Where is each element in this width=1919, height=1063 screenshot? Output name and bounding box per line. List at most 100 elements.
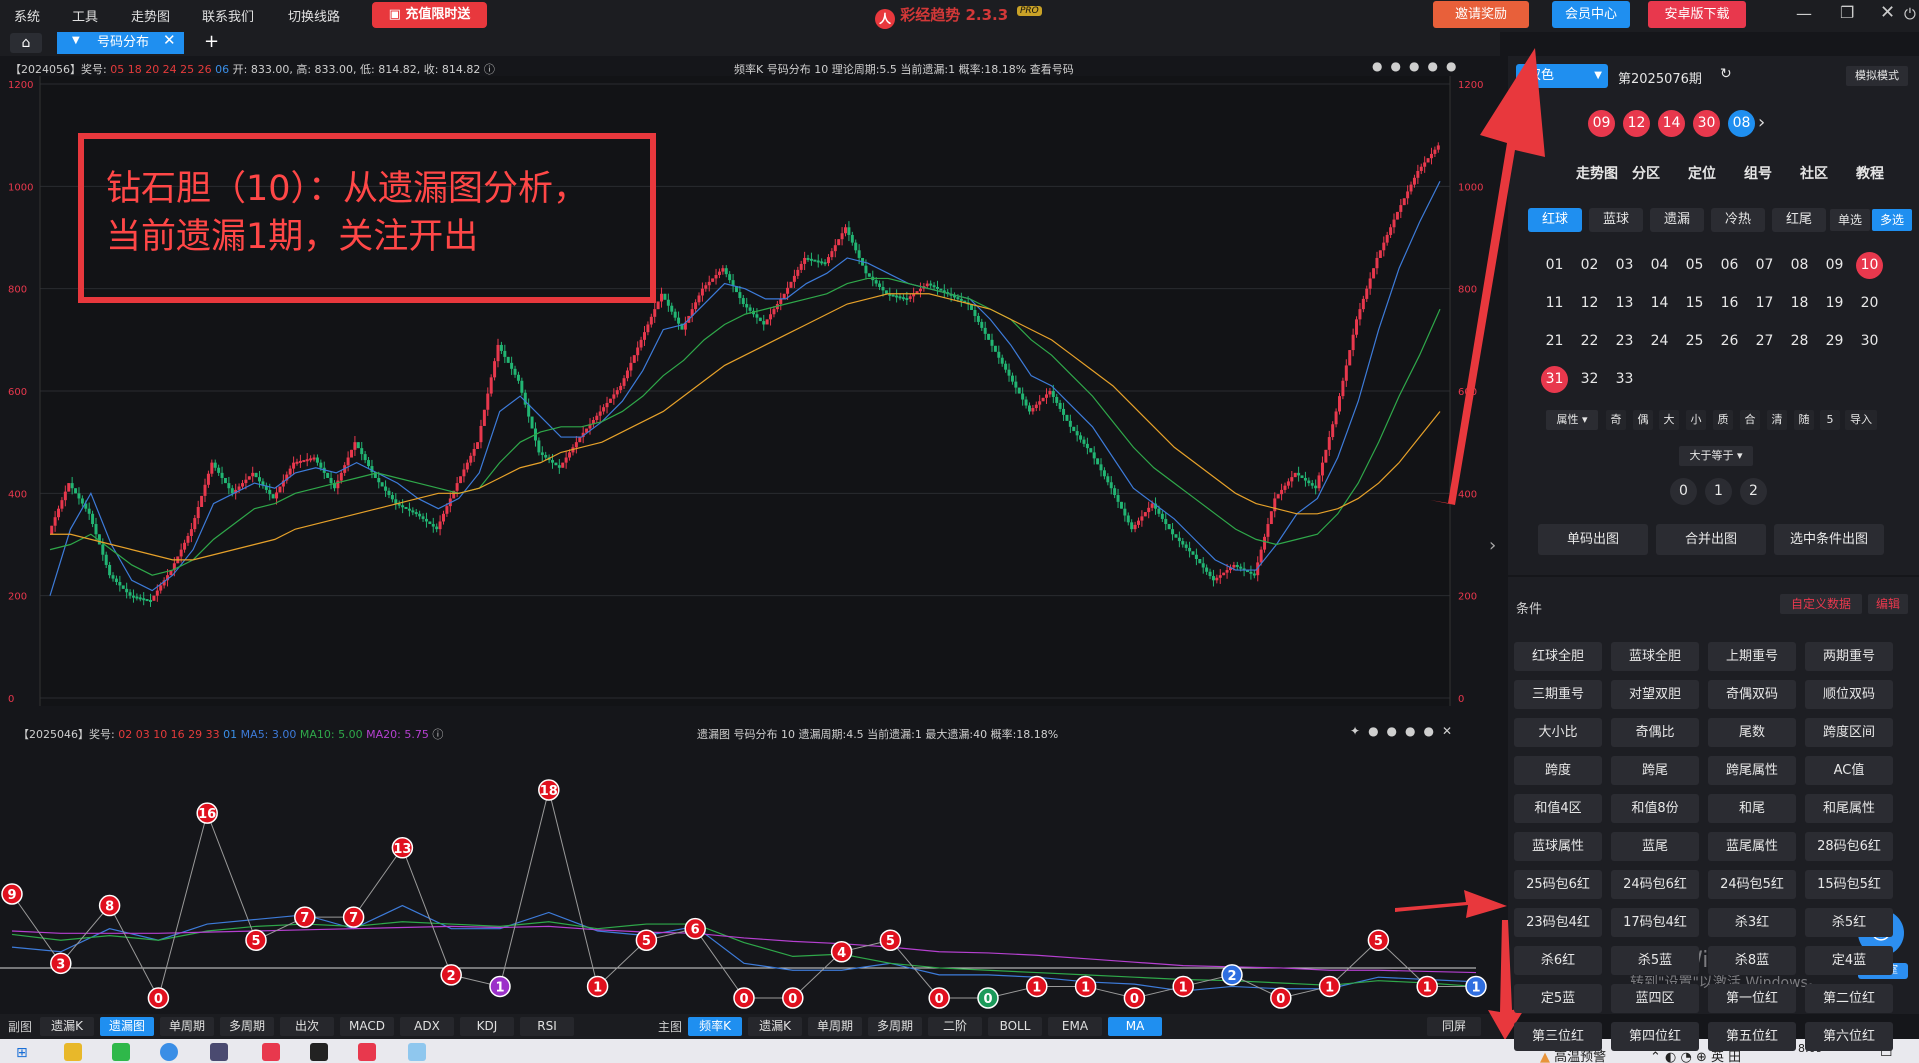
number-ball-22[interactable]: 22 bbox=[1576, 328, 1603, 355]
number-ball-06[interactable]: 06 bbox=[1716, 252, 1743, 279]
tab-dropdown-icon[interactable]: ▼ bbox=[72, 35, 80, 46]
lottery-select[interactable]: 双色 ▼ bbox=[1516, 64, 1608, 88]
condition-25[interactable]: 24码包6红 bbox=[1611, 870, 1699, 899]
condition-36[interactable]: 定5蓝 bbox=[1514, 984, 1602, 1013]
number-ball-23[interactable]: 23 bbox=[1611, 328, 1638, 355]
filter-2[interactable]: 遗漏 bbox=[1650, 208, 1704, 232]
sub-zoom-icon[interactable]: ● bbox=[1368, 724, 1386, 738]
zoom-icon[interactable]: ● bbox=[1390, 59, 1408, 73]
condition-33[interactable]: 杀5蓝 bbox=[1611, 946, 1699, 975]
attr-dropdown[interactable]: 属性 ▾ bbox=[1546, 410, 1598, 430]
condition-20[interactable]: 蓝球属性 bbox=[1514, 832, 1602, 861]
attr-button-7[interactable]: 随 bbox=[1794, 410, 1814, 430]
recharge-button[interactable]: ▣ 充值限时送 bbox=[372, 2, 487, 28]
condition-31[interactable]: 杀5红 bbox=[1805, 908, 1893, 937]
number-ball-31[interactable]: 31 bbox=[1541, 366, 1568, 393]
condition-34[interactable]: 杀8蓝 bbox=[1708, 946, 1796, 975]
number-ball-17[interactable]: 17 bbox=[1751, 290, 1778, 317]
count-choice-1[interactable]: 1 bbox=[1705, 478, 1732, 505]
condition-37[interactable]: 蓝四区 bbox=[1611, 984, 1699, 1013]
number-ball-33[interactable]: 33 bbox=[1611, 366, 1638, 393]
number-ball-29[interactable]: 29 bbox=[1821, 328, 1848, 355]
number-ball-09[interactable]: 09 bbox=[1821, 252, 1848, 279]
app-icon-wps[interactable] bbox=[358, 1043, 376, 1061]
sub-close-icon[interactable]: ✕ bbox=[1442, 724, 1460, 738]
condition-39[interactable]: 第二位红 bbox=[1805, 984, 1893, 1013]
number-ball-01[interactable]: 01 bbox=[1541, 252, 1568, 279]
android-download-button[interactable]: 安卓版下载 bbox=[1648, 1, 1746, 28]
panel-nav-0[interactable]: 走势图 bbox=[1576, 163, 1618, 183]
condition-41[interactable]: 第四位红 bbox=[1611, 1022, 1699, 1051]
number-ball-07[interactable]: 07 bbox=[1751, 252, 1778, 279]
action-button-1[interactable]: 合并出图 bbox=[1656, 524, 1766, 555]
main-tab-0[interactable]: 频率K bbox=[688, 1017, 742, 1036]
number-ball-20[interactable]: 20 bbox=[1856, 290, 1883, 317]
condition-23[interactable]: 28码包6红 bbox=[1805, 832, 1893, 861]
filter-4[interactable]: 红尾 bbox=[1772, 208, 1826, 232]
condition-19[interactable]: 和尾属性 bbox=[1805, 794, 1893, 823]
number-ball-27[interactable]: 27 bbox=[1751, 328, 1778, 355]
tab-close-icon[interactable]: ✕ bbox=[163, 31, 176, 49]
condition-3[interactable]: 两期重号 bbox=[1805, 642, 1893, 671]
condition-43[interactable]: 第六位红 bbox=[1805, 1022, 1893, 1051]
condition-21[interactable]: 蓝尾 bbox=[1611, 832, 1699, 861]
condition-38[interactable]: 第一位红 bbox=[1708, 984, 1796, 1013]
home-icon[interactable]: ⌂ bbox=[10, 33, 42, 53]
power-icon[interactable]: ⏻ bbox=[1904, 5, 1916, 23]
sub-settings-icon[interactable]: ● bbox=[1424, 724, 1442, 738]
number-ball-08[interactable]: 08 bbox=[1786, 252, 1813, 279]
app-icon-file[interactable] bbox=[408, 1043, 426, 1061]
number-ball-14[interactable]: 14 bbox=[1646, 290, 1673, 317]
panel-nav-3[interactable]: 组号 bbox=[1744, 163, 1772, 183]
settings-icon[interactable]: ● bbox=[1446, 59, 1464, 73]
number-ball-21[interactable]: 21 bbox=[1541, 328, 1568, 355]
condition-0[interactable]: 红球全胆 bbox=[1514, 642, 1602, 671]
filter-1[interactable]: 蓝球 bbox=[1589, 208, 1643, 232]
attr-button-8[interactable]: 5 bbox=[1820, 410, 1840, 430]
condition-16[interactable]: 和值4区 bbox=[1514, 794, 1602, 823]
app-icon-lottery[interactable] bbox=[262, 1043, 280, 1061]
attr-button-9[interactable]: 导入 bbox=[1845, 410, 1877, 430]
explorer-icon[interactable] bbox=[64, 1043, 82, 1061]
main-tab-6[interactable]: EMA bbox=[1048, 1017, 1102, 1036]
panel-nav-2[interactable]: 定位 bbox=[1688, 163, 1716, 183]
number-ball-16[interactable]: 16 bbox=[1716, 290, 1743, 317]
menu-tools[interactable]: 工具 bbox=[72, 6, 98, 25]
attr-button-3[interactable]: 小 bbox=[1686, 410, 1706, 430]
panel-nav-1[interactable]: 分区 bbox=[1632, 163, 1660, 183]
sub-up-icon[interactable]: ● bbox=[1387, 724, 1405, 738]
browser-icon[interactable] bbox=[160, 1043, 178, 1061]
app-icon-qq[interactable] bbox=[310, 1043, 328, 1061]
sim-mode-button[interactable]: 模拟模式 bbox=[1846, 66, 1908, 86]
number-ball-32[interactable]: 32 bbox=[1576, 366, 1603, 393]
number-ball-10[interactable]: 10 bbox=[1856, 252, 1883, 279]
attr-button-4[interactable]: 质 bbox=[1713, 410, 1733, 430]
condition-27[interactable]: 15码包5红 bbox=[1805, 870, 1893, 899]
pin-icon[interactable]: ● bbox=[1372, 59, 1390, 73]
condition-17[interactable]: 和值8份 bbox=[1611, 794, 1699, 823]
minimize-icon[interactable]: — bbox=[1796, 4, 1812, 23]
menu-trend[interactable]: 走势图 bbox=[131, 6, 170, 25]
sync-screen-button[interactable]: 同屏 bbox=[1427, 1017, 1481, 1036]
member-center-button[interactable]: 会员中心 bbox=[1552, 1, 1630, 28]
condition-9[interactable]: 奇偶比 bbox=[1611, 718, 1699, 747]
main-tab-7[interactable]: MA bbox=[1108, 1017, 1162, 1036]
wechat-icon[interactable] bbox=[112, 1043, 130, 1061]
number-ball-05[interactable]: 05 bbox=[1681, 252, 1708, 279]
attr-button-0[interactable]: 奇 bbox=[1606, 410, 1626, 430]
condition-15[interactable]: AC值 bbox=[1805, 756, 1893, 785]
sub-tab-3[interactable]: 多周期 bbox=[220, 1017, 274, 1036]
number-ball-12[interactable]: 12 bbox=[1576, 290, 1603, 317]
condition-12[interactable]: 跨度 bbox=[1514, 756, 1602, 785]
number-ball-11[interactable]: 11 bbox=[1541, 290, 1568, 317]
condition-4[interactable]: 三期重号 bbox=[1514, 680, 1602, 709]
number-ball-02[interactable]: 02 bbox=[1576, 252, 1603, 279]
attr-button-5[interactable]: 合 bbox=[1740, 410, 1760, 430]
sub-tab-6[interactable]: ADX bbox=[400, 1017, 454, 1036]
condition-18[interactable]: 和尾 bbox=[1708, 794, 1796, 823]
number-ball-15[interactable]: 15 bbox=[1681, 290, 1708, 317]
start-icon[interactable]: ⊞ bbox=[16, 1045, 28, 1061]
action-button-2[interactable]: 选中条件出图 bbox=[1774, 524, 1884, 555]
multi-select-button[interactable]: 多选 bbox=[1872, 209, 1912, 231]
number-ball-19[interactable]: 19 bbox=[1821, 290, 1848, 317]
